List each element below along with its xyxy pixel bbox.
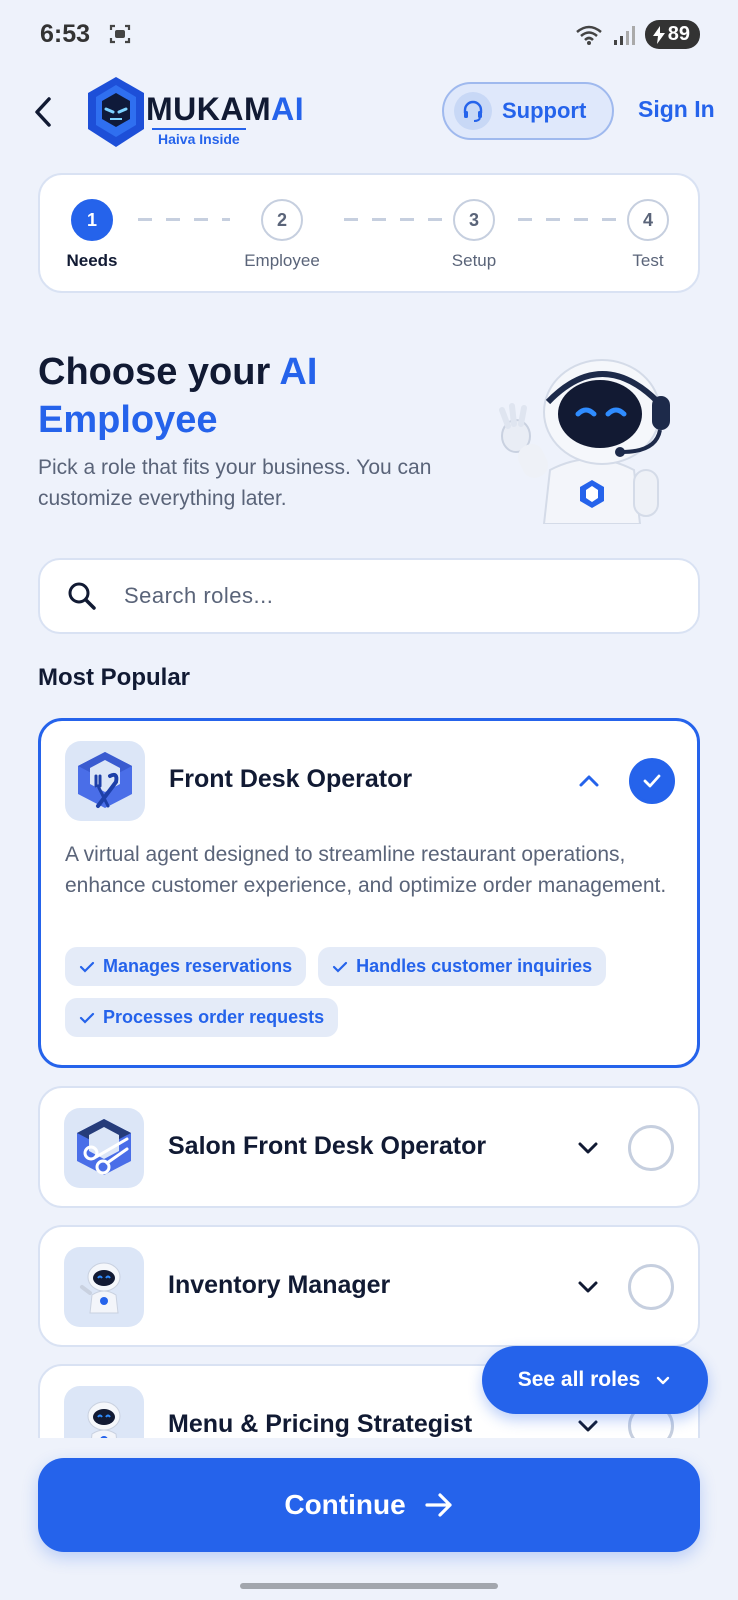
battery-charging-icon [652, 25, 665, 44]
logo-wordmark: MUKAMAI [146, 91, 305, 127]
support-label: Support [502, 98, 587, 123]
role-card-front-desk-operator[interactable]: Front Desk Operator A virtual agent desi… [38, 718, 700, 1068]
step-setup[interactable]: 3 Setup [444, 199, 504, 271]
section-title: Most Popular [38, 664, 191, 691]
check-icon [332, 961, 348, 973]
step-test[interactable]: 4 Test [618, 199, 678, 271]
chevron-down-icon[interactable] [574, 1134, 602, 1162]
chevron-left-icon [35, 97, 51, 127]
arrow-right-icon [425, 1493, 452, 1517]
robot-icon [64, 1247, 144, 1327]
role-title: Front Desk Operator [169, 765, 413, 793]
see-all-roles-label: See all roles [517, 1368, 641, 1391]
headset-icon [454, 92, 492, 130]
battery-level: 89 [667, 23, 690, 45]
see-all-roles-button[interactable]: See all roles [482, 1346, 708, 1414]
page-title: Choose your AI Employee [38, 351, 318, 441]
role-card-salon-front-desk-operator[interactable]: Salon Front Desk Operator [38, 1086, 700, 1208]
home-indicator[interactable] [240, 1583, 498, 1589]
role-title: Salon Front Desk Operator [168, 1132, 487, 1160]
step-label: Needs [66, 251, 118, 270]
role-card-inventory-manager[interactable]: Inventory Manager [38, 1225, 700, 1347]
role-select-checkbox[interactable] [628, 1125, 674, 1171]
search-icon [68, 582, 96, 610]
role-capabilities: Manages reservations Handles customer in… [65, 947, 685, 1037]
battery-indicator: 89 [644, 20, 700, 49]
signal-icon [613, 25, 635, 45]
continue-label: Continue [284, 1489, 406, 1520]
step-connector [518, 218, 618, 221]
robot-mascot-icon [499, 359, 670, 524]
status-time: 6:53 [40, 20, 91, 48]
search-bar [38, 558, 700, 634]
step-needs[interactable]: 1 Needs [62, 199, 122, 271]
role-select-checkbox[interactable] [629, 758, 675, 804]
step-connector [344, 218, 444, 221]
search-input[interactable] [124, 583, 624, 609]
status-icons: 89 [575, 20, 700, 49]
logo-tagline: Haiva Inside [152, 128, 246, 147]
app-header: MUKAMAI Haiva Inside Support Sign In [0, 70, 738, 155]
role-title: Menu & Pricing Strategist [168, 1410, 473, 1438]
status-bar: 6:53 89 [0, 0, 738, 70]
capability-tag: Processes order requests [65, 998, 339, 1037]
chevron-down-icon[interactable] [574, 1412, 602, 1440]
check-icon [79, 1012, 95, 1024]
screen-record-icon [109, 24, 131, 44]
brand-logo: MUKAMAI Haiva Inside [86, 75, 316, 151]
step-number: 2 [261, 199, 303, 241]
step-label: Test [632, 251, 664, 270]
chevron-up-icon[interactable] [575, 767, 603, 795]
check-icon [79, 961, 95, 973]
continue-button[interactable]: Continue [38, 1458, 700, 1552]
support-button[interactable]: Support [442, 82, 614, 140]
restaurant-cube-icon [65, 741, 145, 821]
chevron-down-icon [657, 1376, 670, 1385]
step-label: Employee [244, 251, 320, 270]
progress-stepper: 1 Needs 2 Employee 3 Setup 4 Test [38, 173, 700, 293]
step-number: 1 [71, 199, 113, 241]
role-select-checkbox[interactable] [628, 1264, 674, 1310]
check-icon [643, 774, 661, 788]
logo-mark-icon [88, 77, 144, 147]
role-description: A virtual agent designed to streamline r… [65, 843, 667, 897]
wifi-icon [575, 25, 602, 45]
step-label: Setup [451, 251, 497, 270]
page-subtitle: Pick a role that fits your business. You… [38, 456, 432, 510]
step-connector [138, 218, 230, 221]
capability-tag: Handles customer inquiries [318, 947, 607, 986]
back-button[interactable] [28, 94, 58, 130]
step-number: 3 [453, 199, 495, 241]
step-number: 4 [627, 199, 669, 241]
capability-tag: Manages reservations [65, 947, 307, 986]
chevron-down-icon[interactable] [574, 1273, 602, 1301]
salon-cube-icon [64, 1108, 144, 1188]
role-title: Inventory Manager [168, 1271, 391, 1299]
step-employee[interactable]: 2 Employee [232, 199, 332, 271]
sign-in-link[interactable]: Sign In [638, 96, 715, 123]
